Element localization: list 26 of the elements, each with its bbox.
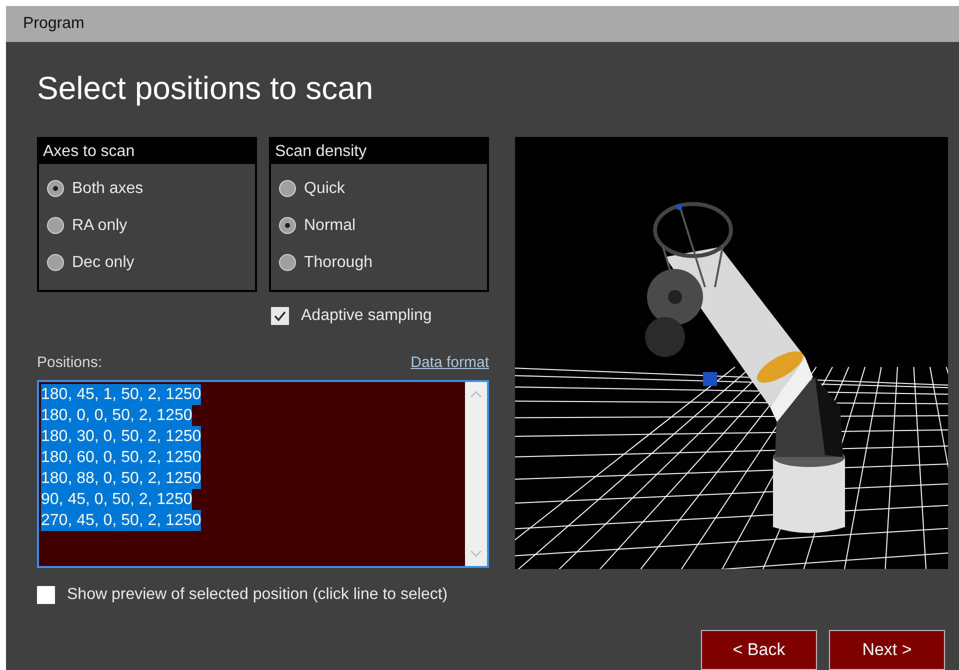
radio-label: Dec only (72, 252, 134, 272)
radio-button[interactable] (47, 217, 64, 234)
window-title: Program (23, 14, 84, 34)
data-format-link[interactable]: Data format (410, 352, 489, 374)
radio-button[interactable] (279, 180, 296, 197)
checkbox-label: Adaptive sampling (301, 306, 432, 326)
positions-field[interactable]: 180, 45, 1, 50, 2, 1250 180, 0, 0, 50, 2, 1250 180, 30, 0, 50, 2, 1250 180, 60, 0, 50, 2, 1250 180, 88, 0, 50, 2, 1250 90, 45, 0, 50, 2, 1250 270, 45, 0, 50, 2, 1250 (37, 380, 489, 568)
nav-button[interactable]: Next > (829, 630, 945, 670)
checkbox[interactable] (271, 307, 289, 325)
radio-label: Thorough (304, 252, 372, 272)
radio-label: Both axes (72, 178, 144, 198)
radio-label: RA only (72, 216, 128, 236)
radio-button[interactable] (279, 217, 296, 234)
page-heading: Select positions to scan (37, 69, 374, 108)
nav-button[interactable]: < Back (701, 630, 817, 670)
group-title: Axes to scan (39, 139, 255, 164)
radio-button[interactable] (47, 254, 64, 271)
checkbox[interactable] (37, 586, 55, 604)
positions-label: Positions: (37, 352, 102, 372)
check-icon (273, 309, 287, 323)
group-title: Scan density (271, 139, 487, 164)
radio-button[interactable] (279, 254, 296, 271)
checkbox-label: Show preview of selected position (click line to select) (67, 585, 448, 605)
radio-button[interactable] (47, 180, 64, 197)
radio-label: Normal (304, 216, 356, 236)
radio-label: Quick (304, 178, 345, 198)
